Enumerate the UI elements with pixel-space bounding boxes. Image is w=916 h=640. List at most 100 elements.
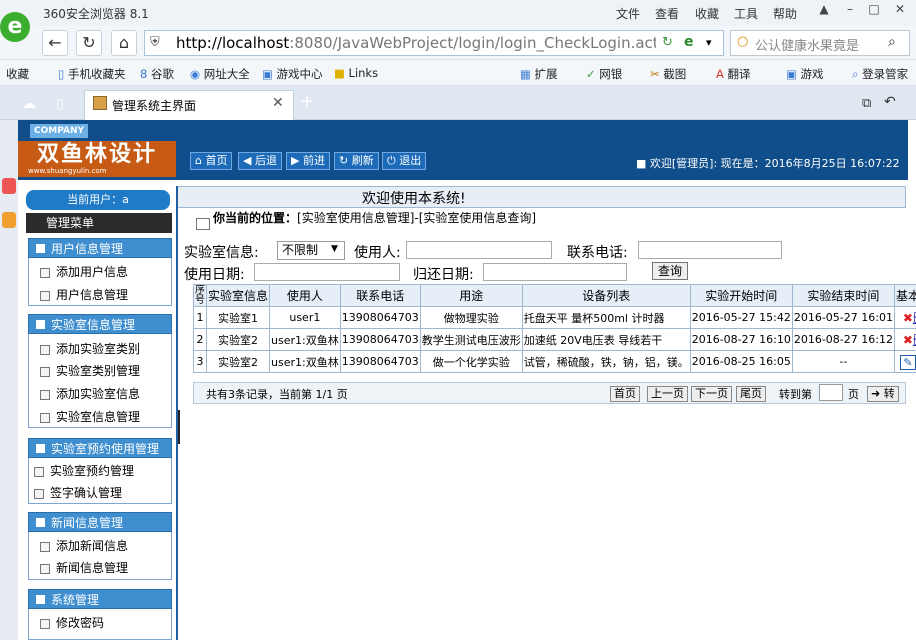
ie-mode-icon[interactable]: e — [684, 34, 694, 50]
table-cell: 实验室2 — [205, 350, 271, 373]
pager-summary: 共有3条记录，当前第 1/1 页 — [206, 388, 348, 401]
table-cell: 试管，稀硫酸，铁，钠，铝，镁。 — [521, 350, 691, 373]
column-header: 序号 — [193, 284, 207, 307]
first-page-button[interactable]: 首页 — [610, 386, 640, 402]
new-tab-icon[interactable]: + — [295, 90, 319, 114]
location-icon — [196, 218, 210, 230]
content-blank-area — [180, 406, 906, 640]
section-user[interactable]: 用户信息管理 — [28, 238, 172, 258]
section-reservation[interactable]: 实验室预约使用管理 — [28, 438, 172, 458]
delete-icon[interactable]: ✖ — [903, 311, 913, 325]
go-button[interactable]: ➜ 转 — [867, 386, 899, 402]
home-icon[interactable]: ⌂ — [111, 30, 137, 56]
table-cell: 2016-08-25 16:05 — [689, 350, 793, 373]
shirt-icon[interactable]: ▲ — [812, 2, 836, 22]
logout-button[interactable]: ⏻ 退出 — [382, 152, 427, 170]
refresh-button[interactable]: ↻ 刷新 — [334, 152, 379, 170]
menu-favorites[interactable]: 收藏 — [695, 5, 719, 22]
tool-translate[interactable]: A 翻译 — [716, 66, 751, 82]
sidebar-item-user-manage[interactable]: 用户信息管理 — [40, 286, 128, 303]
restore-tab-icon[interactable]: ⧉ — [862, 96, 871, 111]
close-window-icon[interactable]: ✕ — [888, 2, 912, 22]
query-button[interactable]: 查询 — [652, 262, 688, 280]
current-user: 当前用户：a — [26, 190, 170, 210]
menu-file[interactable]: 文件 — [616, 5, 640, 22]
sidebar-item-lab-type-manage[interactable]: 实验室类别管理 — [40, 362, 140, 379]
last-page-button[interactable]: 尾页 — [736, 386, 766, 402]
column-header: 基本操作 — [893, 284, 916, 307]
sidebar-item-add-lab[interactable]: 添加实验室信息 — [40, 385, 140, 402]
table-cell-action: ✖删除 — [893, 306, 916, 329]
cloud-icon[interactable]: ☁ — [22, 96, 36, 112]
tool-games[interactable]: ▣ 游戏 — [786, 66, 824, 82]
maximize-icon[interactable]: □ — [862, 2, 886, 22]
close-tab-icon[interactable]: ✕ — [272, 95, 284, 111]
table-cell: 实验室2 — [205, 328, 271, 351]
next-page-button[interactable]: 下一页 — [691, 386, 732, 402]
bookmark-favorites[interactable]: 收藏 — [6, 66, 29, 82]
menu-title: 管理菜单 — [26, 213, 172, 233]
lab-filter-label: 实验室信息: — [184, 245, 259, 261]
search-icon[interactable]: ○ — [737, 34, 748, 49]
url-text[interactable]: http://localhost:8080/JavaWebProject/log… — [176, 34, 656, 52]
phone-icon[interactable]: ▯ — [56, 96, 64, 112]
sidebar-item-change-password[interactable]: 修改密码 — [40, 614, 104, 631]
section-system[interactable]: 系统管理 — [28, 589, 172, 609]
weibo-icon[interactable] — [2, 178, 16, 194]
menu-view[interactable]: 查看 — [655, 5, 679, 22]
table-row: 1 实验室1 user1 13908064703 做物理实验 托盘天平 量杯50… — [193, 306, 916, 329]
edit-icon[interactable]: ✎ — [900, 355, 916, 370]
user-filter-label: 使用人: — [354, 245, 401, 261]
goto-page-input[interactable] — [819, 384, 843, 401]
return-date-input[interactable] — [483, 263, 627, 281]
tool-extension[interactable]: ▦ 扩展 — [520, 66, 558, 82]
section-news[interactable]: 新闻信息管理 — [28, 512, 172, 532]
app-icon[interactable] — [2, 212, 16, 228]
minimize-icon[interactable]: – — [838, 2, 862, 22]
sidebar-item-reservation-manage[interactable]: 实验室预约管理 — [34, 462, 134, 479]
page-title: 欢迎使用本系统! — [362, 191, 466, 207]
refresh-icon[interactable]: ↻ — [76, 30, 102, 56]
sidebar-item-news-manage[interactable]: 新闻信息管理 — [40, 559, 128, 576]
tool-bank[interactable]: ✓ 网银 — [586, 66, 622, 82]
sidebar-item-signature-manage[interactable]: 签字确认管理 — [34, 484, 122, 501]
back-icon[interactable]: ← — [42, 30, 68, 56]
magnifier-icon[interactable]: ⌕ — [888, 34, 896, 50]
return-date-label: 归还日期: — [413, 267, 474, 283]
column-header: 联系电话 — [339, 284, 421, 307]
bookmark-links[interactable]: ■ Links — [334, 66, 378, 80]
home-button[interactable]: ⌂ 首页 — [190, 152, 233, 170]
sidebar-item-lab-manage[interactable]: 实验室信息管理 — [40, 408, 140, 425]
section-lab[interactable]: 实验室信息管理 — [28, 314, 172, 334]
chevron-down-icon[interactable]: ▾ — [706, 36, 712, 49]
phone-filter-input[interactable] — [638, 241, 782, 259]
user-filter-input[interactable] — [406, 241, 552, 259]
prev-page-button[interactable]: 上一页 — [647, 386, 688, 402]
chevron-down-icon[interactable]: ▼ — [331, 244, 338, 254]
browser-title: 360安全浏览器 8.1 — [43, 7, 149, 21]
undo-icon[interactable]: ↶ — [884, 94, 896, 110]
bookmark-sites[interactable]: ◉ 网址大全 — [190, 66, 250, 82]
menu-help[interactable]: 帮助 — [773, 5, 797, 22]
menu-tools[interactable]: 工具 — [734, 5, 758, 22]
sync-icon[interactable]: ↻ — [662, 35, 673, 50]
sidebar-item-add-news[interactable]: 添加新闻信息 — [40, 537, 128, 554]
bookmark-mobile[interactable]: ▯ 手机收藏夹 — [58, 66, 126, 82]
use-date-input[interactable] — [254, 263, 400, 281]
table-cell: 3 — [193, 350, 207, 373]
bookmark-google[interactable]: 8 谷歌 — [140, 66, 174, 82]
tool-screenshot[interactable]: ✂ 截图 — [650, 66, 686, 82]
sidebar-item-add-lab-type[interactable]: 添加实验室类别 — [40, 340, 140, 357]
forward-button[interactable]: ▶ 前进 — [286, 152, 330, 170]
bookmark-games[interactable]: ▣ 游戏中心 — [262, 66, 323, 82]
column-header: 实验开始时间 — [689, 284, 793, 307]
table-cell: user1:双鱼林 — [269, 328, 341, 351]
tool-login[interactable]: ⌕ 登录管家 — [852, 66, 908, 82]
back-button[interactable]: ◀ 后退 — [238, 152, 282, 170]
table-cell: 托盘天平 量杯500ml 计时器 — [521, 306, 691, 329]
use-date-label: 使用日期: — [184, 267, 245, 283]
table-cell: user1 — [269, 306, 341, 329]
sidebar-item-add-user[interactable]: 添加用户信息 — [40, 263, 128, 280]
bookmark-bar — [0, 60, 916, 86]
delete-icon[interactable]: ✖ — [903, 333, 913, 347]
